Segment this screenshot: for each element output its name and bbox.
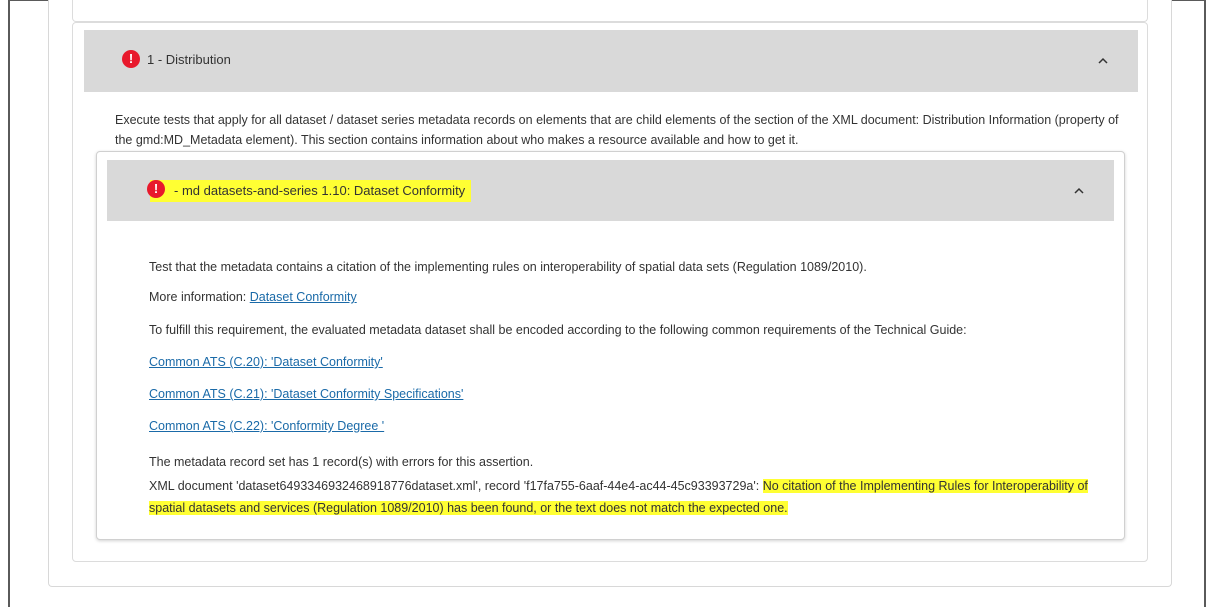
section-description: Execute tests that apply for all dataset…: [115, 113, 1119, 147]
ats-link-c22[interactable]: Common ATS (C.22): 'Conformity Degree ': [149, 419, 384, 433]
fulfill-text: To fulfill this requirement, the evaluat…: [149, 323, 967, 337]
error-icon: !: [147, 180, 165, 198]
dataset-conformity-link[interactable]: Dataset Conformity: [250, 290, 357, 304]
ats-link-c20-row: Common ATS (C.20): 'Dataset Conformity': [149, 353, 383, 371]
error-prefix: XML document 'dataset6493346932468918776…: [149, 479, 763, 493]
error-icon: !: [122, 50, 140, 68]
ats-link-c21[interactable]: Common ATS (C.21): 'Dataset Conformity S…: [149, 387, 463, 401]
rule-title-highlight: - md datasets-and-series 1.10: Dataset C…: [150, 180, 472, 202]
ats-link-c21-row: Common ATS (C.21): 'Dataset Conformity S…: [149, 385, 463, 403]
error-detail: XML document 'dataset6493346932468918776…: [149, 475, 1089, 519]
rule-header[interactable]: - md datasets-and-series 1.10: Dataset C…: [107, 160, 1114, 221]
section-title: 1 - Distribution: [147, 52, 231, 67]
more-info-label: More information:: [149, 290, 250, 304]
rule-title: - md datasets-and-series 1.10: Dataset C…: [174, 183, 466, 198]
chevron-up-icon[interactable]: [1074, 186, 1084, 196]
error-summary: The metadata record set has 1 record(s) …: [149, 455, 534, 469]
rule-intro: Test that the metadata contains a citati…: [149, 260, 867, 274]
ats-link-c22-row: Common ATS (C.22): 'Conformity Degree ': [149, 417, 384, 435]
ats-link-c20[interactable]: Common ATS (C.20): 'Dataset Conformity': [149, 355, 383, 369]
more-information: More information: Dataset Conformity: [149, 288, 357, 306]
distribution-section-header[interactable]: ! 1 - Distribution: [84, 30, 1138, 92]
chevron-up-icon[interactable]: [1098, 56, 1108, 66]
previous-section-card: [72, 0, 1148, 22]
